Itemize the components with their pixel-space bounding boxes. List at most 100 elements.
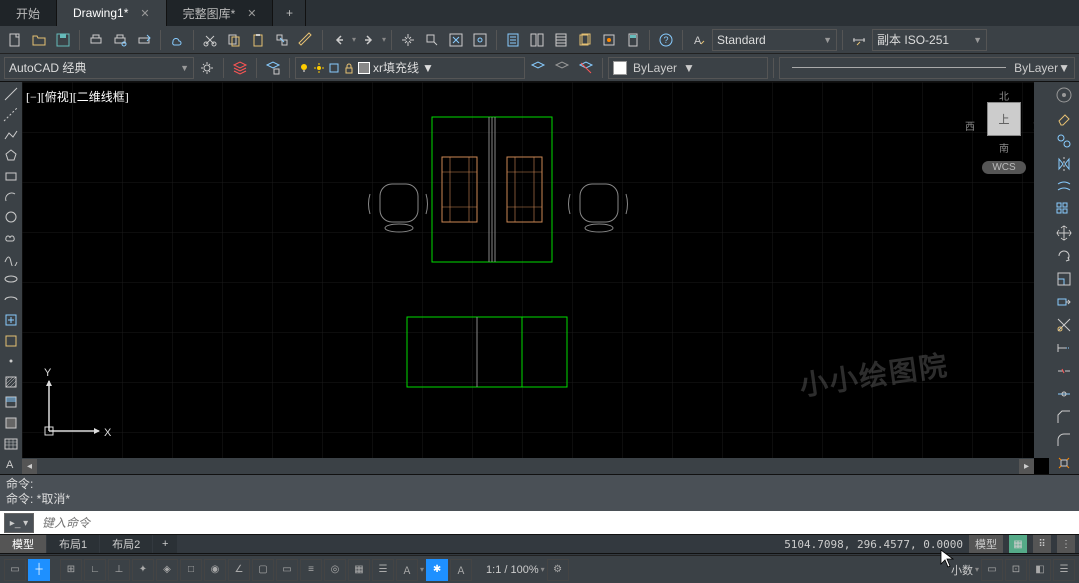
redo-icon[interactable] [358, 29, 380, 51]
chamfer-icon[interactable] [1053, 406, 1075, 428]
mirror-icon[interactable] [1053, 153, 1075, 175]
break-icon[interactable] [1053, 360, 1075, 382]
mtext-icon[interactable]: A [1, 454, 21, 474]
tab-drawing1[interactable]: Drawing1*✕ [57, 0, 167, 26]
drawing-canvas[interactable]: [−][俯视][二维线框] [22, 82, 1049, 474]
command-input[interactable] [38, 516, 1079, 530]
point-icon[interactable] [1, 352, 21, 372]
undo-icon[interactable] [328, 29, 350, 51]
linetype-combo[interactable]: ByLayer▼ [779, 57, 1075, 79]
unit-display[interactable]: 小数 [951, 562, 973, 578]
dyn-icon[interactable]: ▭ [276, 559, 298, 581]
iso-view-icon[interactable]: ◧ [1029, 559, 1051, 581]
pline-icon[interactable] [1, 125, 21, 145]
tab-layout2[interactable]: 布局2 [100, 535, 152, 553]
polar-icon[interactable]: ✦ [132, 559, 154, 581]
hatch-icon[interactable] [1, 372, 21, 392]
grid-toggle-icon[interactable]: ▦ [1009, 535, 1027, 553]
color-combo[interactable]: ByLayer▼ [608, 57, 768, 79]
join-icon[interactable] [1053, 383, 1075, 405]
design-center-icon[interactable] [526, 29, 548, 51]
fillet-icon[interactable] [1053, 429, 1075, 451]
anno-auto-icon[interactable]: Ａ [450, 559, 472, 581]
close-icon[interactable]: ✕ [140, 7, 149, 20]
3dosnap-icon[interactable]: ◉ [204, 559, 226, 581]
arc-icon[interactable] [1, 187, 21, 207]
menu-icon[interactable]: ⠿ [1033, 535, 1051, 553]
layer-iso-icon[interactable] [527, 57, 549, 79]
pan-icon[interactable] [397, 29, 419, 51]
table-icon[interactable] [1, 434, 21, 454]
copy-obj-icon[interactable] [1053, 130, 1075, 152]
extend-icon[interactable] [1053, 337, 1075, 359]
match-icon[interactable] [271, 29, 293, 51]
xline-icon[interactable] [1, 105, 21, 125]
horizontal-scrollbar[interactable]: ◂ ▸ [22, 458, 1034, 474]
textstyle-icon[interactable]: A [688, 29, 710, 51]
save-icon[interactable] [52, 29, 74, 51]
print-preview-icon[interactable] [109, 29, 131, 51]
polygon-icon[interactable] [1, 146, 21, 166]
otrack-icon[interactable]: ∠ [228, 559, 250, 581]
tab-start[interactable]: 开始 [0, 0, 57, 26]
copy-icon[interactable] [223, 29, 245, 51]
tab-add-layout[interactable]: + [153, 535, 177, 553]
anno-icon[interactable]: Ａ [396, 559, 418, 581]
tab-model[interactable]: 模型 [0, 535, 46, 553]
workspace-combo[interactable]: AutoCAD 经典▼ [4, 57, 194, 79]
properties-icon[interactable] [502, 29, 524, 51]
custom-icon[interactable]: ☰ [1053, 559, 1075, 581]
cube-face[interactable]: 上 [987, 102, 1021, 136]
spline-icon[interactable] [1, 249, 21, 269]
vertical-scrollbar[interactable] [1034, 82, 1049, 458]
tool-palette-icon[interactable] [550, 29, 572, 51]
scroll-right-icon[interactable]: ▸ [1019, 459, 1034, 474]
open-icon[interactable] [28, 29, 50, 51]
line-icon[interactable] [1, 84, 21, 104]
sheet-set-icon[interactable] [574, 29, 596, 51]
tab-add[interactable]: + [273, 0, 306, 26]
layer-freeze-icon[interactable] [575, 57, 597, 79]
anno-vis-icon[interactable]: ✱ [426, 559, 448, 581]
rotate-icon[interactable] [1053, 245, 1075, 267]
model-paper-icon[interactable]: ▭ [4, 559, 26, 581]
scale-icon[interactable] [1053, 268, 1075, 290]
calc-icon[interactable] [622, 29, 644, 51]
overflow-icon[interactable]: ⋮ [1057, 535, 1075, 553]
gradient-icon[interactable] [1, 393, 21, 413]
osnap-icon[interactable]: □ [180, 559, 202, 581]
zoom-window-icon[interactable] [421, 29, 443, 51]
rectangle-icon[interactable] [1, 166, 21, 186]
view-cube[interactable]: 北 西 东 上 南 WCS [969, 88, 1039, 178]
block-icon[interactable] [1, 331, 21, 351]
tab-layout1[interactable]: 布局1 [47, 535, 99, 553]
view-label[interactable]: [−][俯视][二维线框] [26, 88, 129, 105]
stretch-icon[interactable] [1053, 291, 1075, 313]
publish-icon[interactable] [133, 29, 155, 51]
dimstyle-icon[interactable] [848, 29, 870, 51]
lwt-icon[interactable]: ≡ [300, 559, 322, 581]
grid-icon[interactable]: ┼ [28, 559, 50, 581]
snap-icon[interactable]: ⊞ [60, 559, 82, 581]
layer-off-icon[interactable] [551, 57, 573, 79]
clean-icon[interactable]: ▭ [981, 559, 1003, 581]
hw-icon[interactable]: ⊡ [1005, 559, 1027, 581]
tpy-icon[interactable]: ◎ [324, 559, 346, 581]
zoom-extents-icon[interactable] [445, 29, 467, 51]
qp-icon[interactable]: ▦ [348, 559, 370, 581]
markup-icon[interactable] [598, 29, 620, 51]
layer-manager-icon[interactable] [229, 57, 251, 79]
command-prompt-icon[interactable]: ▸_ ▾ [4, 513, 34, 533]
ellipse-arc-icon[interactable] [1, 290, 21, 310]
insert-icon[interactable] [1, 310, 21, 330]
wcs-badge[interactable]: WCS [982, 161, 1025, 174]
ducs-icon[interactable]: ▢ [252, 559, 274, 581]
move-icon[interactable] [1053, 222, 1075, 244]
scroll-left-icon[interactable]: ◂ [22, 459, 37, 474]
explode-icon[interactable] [1053, 452, 1075, 474]
region-icon[interactable] [1, 413, 21, 433]
circle-icon[interactable] [1, 207, 21, 227]
scale-display[interactable]: 1:1 / 100% [486, 564, 539, 576]
cut-icon[interactable] [199, 29, 221, 51]
close-icon[interactable]: ✕ [247, 7, 256, 20]
